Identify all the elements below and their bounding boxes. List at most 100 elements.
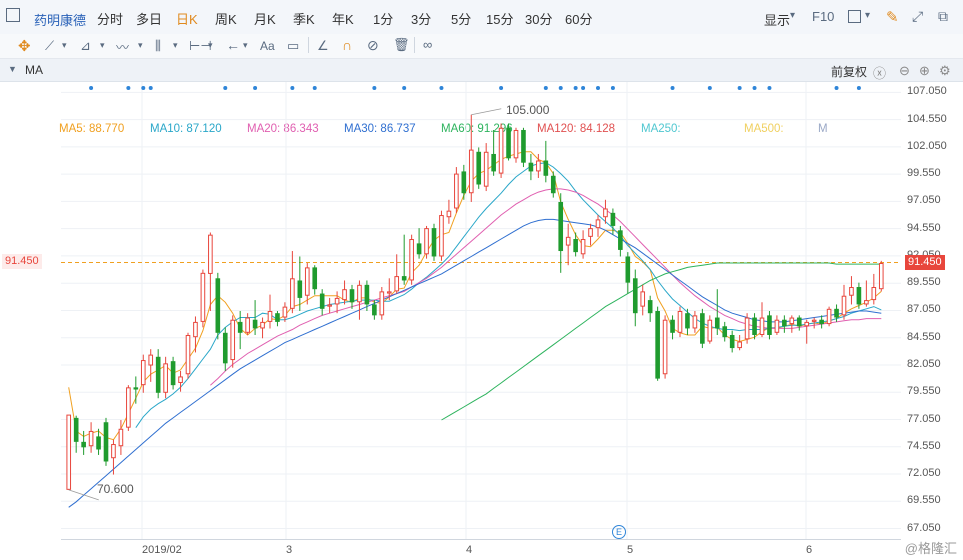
price-axis[interactable]: 107.050 104.550 102.050 99.550 97.050 94.550 9… bbox=[901, 82, 963, 540]
candle-body-up bbox=[394, 276, 400, 292]
candle-body-up bbox=[208, 234, 213, 274]
event-dot bbox=[752, 86, 757, 90]
glasses-icon[interactable]: ∞ bbox=[423, 37, 432, 52]
divider bbox=[308, 37, 309, 53]
tab-period[interactable]: 3分 bbox=[411, 9, 431, 28]
hide-icon[interactable]: ⊘ bbox=[367, 37, 379, 54]
chevron-down-icon[interactable]: ▾ bbox=[173, 40, 178, 51]
candle-body-down bbox=[506, 127, 511, 159]
candle-body-down bbox=[155, 356, 161, 393]
candle-body-up bbox=[409, 239, 414, 281]
wave-icon[interactable]: 〰 bbox=[116, 37, 129, 56]
y-tick-label: 97.050 bbox=[907, 194, 941, 207]
candle-body-up bbox=[446, 210, 452, 218]
y-tick-label: 89.550 bbox=[907, 276, 941, 289]
candle-body-up bbox=[304, 267, 310, 296]
y-tick-label: 82.050 bbox=[907, 357, 941, 370]
candle-body-up bbox=[744, 317, 750, 340]
close-icon[interactable]: ⓧ bbox=[873, 63, 886, 82]
event-marker-icon[interactable]: E bbox=[612, 525, 626, 539]
candle-body-down bbox=[275, 313, 280, 322]
line-icon[interactable]: ⟋ bbox=[45, 38, 54, 54]
tab-period[interactable]: 年K bbox=[332, 9, 354, 28]
layout-icon[interactable] bbox=[848, 10, 861, 23]
candle-body-down bbox=[685, 313, 690, 329]
pencil-icon[interactable]: ✎ bbox=[886, 8, 899, 26]
candle-body-up bbox=[536, 160, 541, 172]
tab-period[interactable]: 15分 bbox=[486, 9, 513, 28]
ray-icon[interactable]: ⊿ bbox=[80, 38, 91, 54]
trash-icon[interactable]: 🗑 bbox=[393, 37, 410, 53]
low-leader-line bbox=[68, 489, 99, 501]
watermark: @格隆汇 bbox=[904, 541, 957, 556]
tab-period[interactable]: 季K bbox=[293, 9, 315, 28]
chevron-down-icon[interactable]: ▾ bbox=[138, 40, 143, 51]
tab-period[interactable]: 5分 bbox=[451, 9, 471, 28]
price-adjust-menu[interactable]: 前复权 bbox=[831, 63, 867, 80]
zoom-out-icon[interactable]: ⊖ bbox=[899, 63, 910, 79]
f10-button[interactable]: F10 bbox=[812, 9, 834, 24]
comment-icon[interactable]: ▭ bbox=[287, 38, 299, 54]
event-dot bbox=[856, 86, 861, 90]
candle-body-down bbox=[252, 319, 258, 329]
candle-body-up bbox=[759, 317, 765, 335]
ma-indicator-name[interactable]: MA bbox=[25, 63, 43, 77]
tab-period[interactable]: 60分 bbox=[565, 9, 592, 28]
candle-body-up bbox=[565, 236, 571, 246]
candle-body-down bbox=[632, 278, 638, 314]
arrow-left-icon[interactable]: ← bbox=[226, 37, 240, 53]
chevron-down-icon[interactable]: ▾ bbox=[62, 40, 67, 51]
stock-name[interactable]: 药明康德 bbox=[34, 10, 86, 29]
candlestick-chart[interactable] bbox=[61, 82, 901, 540]
candle-body-down bbox=[782, 319, 787, 327]
high-leader-line bbox=[471, 108, 502, 116]
crosshair-icon[interactable]: ✥ bbox=[18, 37, 31, 55]
tab-period[interactable]: 分时 bbox=[97, 9, 123, 28]
chevron-down-icon[interactable]: ▾ bbox=[865, 10, 870, 21]
candle-body-up bbox=[454, 173, 459, 209]
candle-body-down bbox=[491, 153, 496, 172]
candle-body-up bbox=[468, 149, 474, 194]
candle-body-down bbox=[133, 387, 139, 390]
candle-body-down bbox=[364, 284, 370, 305]
ruler-icon[interactable]: ∠ bbox=[317, 38, 329, 54]
chevron-down-icon[interactable]: ▾ bbox=[243, 40, 248, 51]
chevron-down-icon[interactable]: ▾ bbox=[100, 40, 105, 51]
magnet-icon[interactable]: ∩ bbox=[342, 37, 352, 53]
collapse-icon[interactable]: ▼ bbox=[8, 64, 17, 74]
tab-period[interactable]: 月K bbox=[254, 9, 276, 28]
sidebar-toggle-icon[interactable] bbox=[6, 8, 20, 22]
event-dot bbox=[253, 86, 258, 90]
event-dot bbox=[737, 86, 742, 90]
tab-period[interactable]: 周K bbox=[215, 9, 237, 28]
settings-icon[interactable]: ⚙ bbox=[939, 63, 951, 79]
candle-body-up bbox=[737, 341, 742, 349]
candle-body-down bbox=[618, 230, 623, 250]
chevron-down-icon[interactable]: ▾ bbox=[208, 40, 213, 51]
candle-body-up bbox=[267, 311, 273, 322]
zoom-in-icon[interactable]: ⊕ bbox=[919, 63, 930, 79]
candle-body-down bbox=[729, 334, 735, 349]
text-icon[interactable]: Aa bbox=[260, 39, 275, 53]
left-margin bbox=[0, 82, 61, 540]
event-dot bbox=[148, 86, 153, 90]
candle-body-up bbox=[483, 151, 489, 187]
tab-period[interactable]: 多日 bbox=[136, 9, 162, 28]
candle-body-down bbox=[215, 278, 221, 333]
candle-body-down bbox=[714, 317, 720, 329]
event-dot bbox=[573, 86, 578, 90]
ma-indicator-bar: ▼ MA MA5: 88.770 MA10: 87.120 MA20: 86.343… bbox=[0, 59, 963, 135]
fullscreen-icon[interactable]: ⤢ bbox=[912, 8, 923, 25]
candle-body-down bbox=[96, 436, 101, 450]
candle-body-up bbox=[878, 263, 884, 290]
popout-icon[interactable]: ⧉ bbox=[938, 8, 948, 25]
channel-icon[interactable]: ⫼ bbox=[155, 38, 161, 54]
display-menu[interactable]: 显示 bbox=[764, 10, 790, 29]
y-tick-label: 94.550 bbox=[907, 221, 941, 234]
tab-period[interactable]: 日K bbox=[176, 9, 198, 28]
tab-period[interactable]: 30分 bbox=[525, 9, 552, 28]
candle-body-up bbox=[774, 319, 780, 333]
candle-body-down bbox=[319, 293, 325, 309]
tab-period[interactable]: 1分 bbox=[373, 9, 393, 28]
chevron-down-icon[interactable]: ▾ bbox=[790, 10, 795, 21]
